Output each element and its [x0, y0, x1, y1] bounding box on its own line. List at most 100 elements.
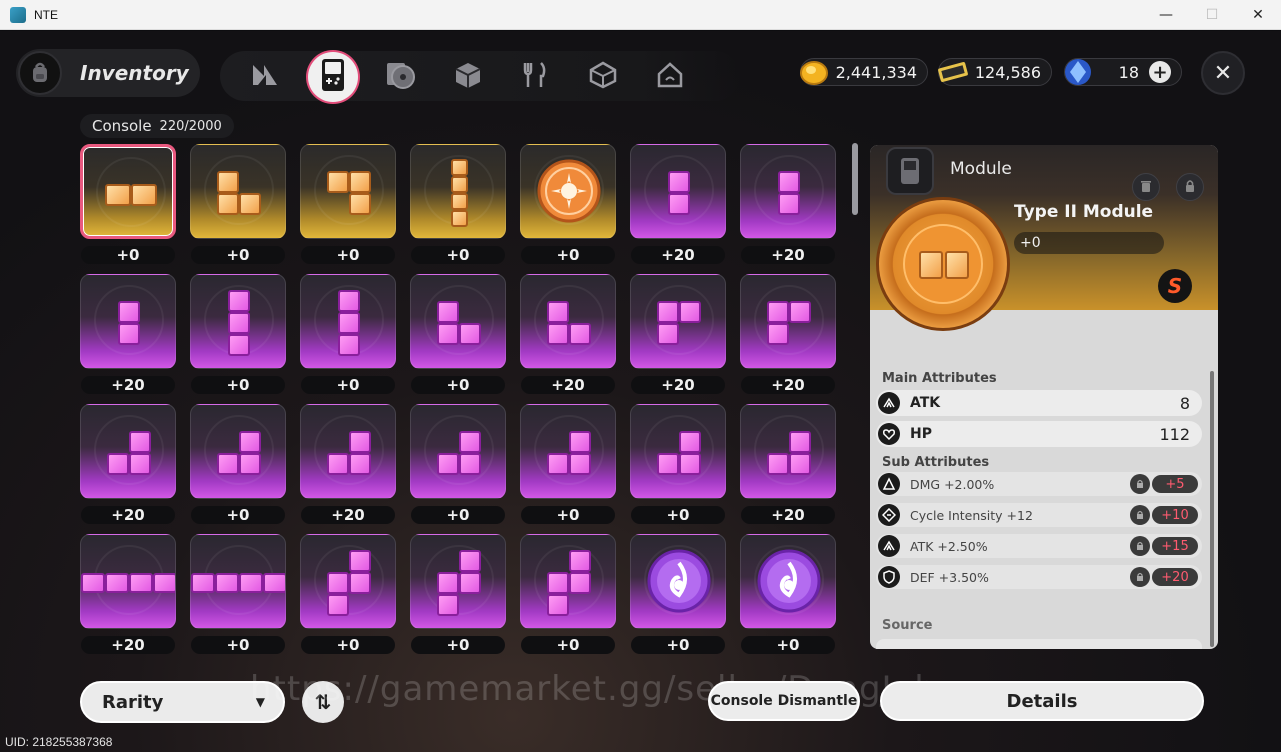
lock-icon[interactable]: [1130, 474, 1150, 494]
item-tile: [410, 534, 506, 629]
sort-dropdown[interactable]: Rarity ▼: [80, 681, 285, 723]
lock-icon[interactable]: [1130, 536, 1150, 556]
item-tile: [410, 144, 506, 239]
item-tile: [410, 404, 506, 499]
item-tile: [190, 144, 286, 239]
backpack-icon: [18, 51, 62, 95]
item-tile: [630, 404, 726, 499]
atk-icon: [878, 535, 900, 557]
details-button[interactable]: Details: [880, 681, 1204, 721]
item-tile: [630, 144, 726, 239]
item-tile: [80, 404, 176, 499]
trash-icon: [1139, 178, 1153, 197]
window-title: NTE: [34, 7, 58, 22]
item-level-label: +0: [411, 636, 505, 654]
source-title: Source: [882, 618, 933, 633]
sub-attr-cycle: Cycle Intensity +12 +10: [876, 503, 1202, 527]
user-id: UID: 218255387368: [5, 735, 113, 749]
attr-value: 8: [1179, 393, 1190, 413]
item-tile: [190, 274, 286, 369]
detail-panel: Module Type II Module +0 S Main Attribut…: [870, 145, 1218, 649]
sort-order-button[interactable]: ⇅: [302, 681, 344, 723]
tab-n-logo[interactable]: [245, 57, 285, 97]
item-tile: [520, 534, 616, 629]
item-level: +0: [1014, 232, 1164, 254]
item-tile: [300, 534, 396, 629]
item-level-label: +20: [521, 376, 615, 394]
sub-attr-text: DEF +3.50%: [910, 569, 989, 585]
grid-scroll-thumb[interactable]: [852, 143, 858, 215]
console-dismantle-button[interactable]: Console Dismantle: [708, 681, 860, 721]
maximize-button[interactable]: ☐: [1189, 0, 1235, 30]
caret-down-icon: ▼: [255, 695, 265, 709]
atk-icon: [878, 392, 900, 414]
n-logo-icon: [250, 62, 280, 92]
ticket-icon: [935, 55, 969, 89]
item-tile: [520, 144, 616, 239]
tab-home[interactable]: [650, 57, 690, 97]
dmg-icon: [878, 473, 900, 495]
box-icon: [453, 60, 483, 94]
detail-scrollbar[interactable]: [1210, 371, 1214, 647]
ticket-amount: 124,586: [974, 62, 1041, 82]
item-name: Type II Module: [1014, 202, 1154, 222]
item-level-label: +0: [191, 506, 285, 524]
tab-cube[interactable]: [583, 57, 623, 97]
sub-attr-def: DEF +3.50% +20: [876, 565, 1202, 589]
item-tile: [630, 534, 726, 629]
inventory-header: Inventory: [16, 49, 200, 97]
item-level-label: +0: [81, 246, 175, 264]
item-level-label: +20: [81, 506, 175, 524]
module-badge-icon: [886, 147, 934, 195]
def-icon: [878, 566, 900, 588]
item-level-label: +20: [81, 376, 175, 394]
grid-scrollbar[interactable]: [852, 138, 858, 658]
main-attributes-title: Main Attributes: [882, 371, 997, 386]
handheld-console-icon: [319, 58, 347, 96]
item-level-label: +0: [521, 506, 615, 524]
close-inventory-button[interactable]: ✕: [1201, 51, 1245, 95]
sub-attr-bonus: +10: [1152, 506, 1198, 524]
add-crystal-button[interactable]: +: [1149, 61, 1171, 83]
item-tile: [80, 144, 176, 239]
tab-console[interactable]: [308, 52, 358, 102]
lock-button[interactable]: [1176, 173, 1204, 201]
page-title: Inventory: [80, 61, 189, 85]
lock-icon: [1183, 178, 1197, 197]
window-titlebar: NTE — ☐ ✕: [0, 0, 1281, 30]
item-level-label: +0: [521, 636, 615, 654]
tab-disc[interactable]: [380, 57, 420, 97]
item-level-label: +20: [81, 636, 175, 654]
tab-box[interactable]: [448, 57, 488, 97]
fork-knife-icon: [520, 60, 550, 94]
tab-food[interactable]: [515, 57, 555, 97]
sub-attr-text: DMG +2.00%: [910, 476, 995, 492]
lock-icon[interactable]: [1130, 567, 1150, 587]
currency-ticket[interactable]: 124,586: [938, 58, 1052, 86]
item-tile: [740, 144, 836, 239]
sub-attr-bonus: +5: [1152, 475, 1198, 493]
window-close-button[interactable]: ✕: [1235, 0, 1281, 30]
cycle-icon: [878, 504, 900, 526]
item-level-label: +0: [191, 246, 285, 264]
lock-icon[interactable]: [1130, 505, 1150, 525]
item-level-label: +0: [301, 376, 395, 394]
item-grid: +0 +0 +0 +0 +0 +20 +20 +20 +0 +0 +0 +20 +20 +20 +20 +0 +…: [80, 144, 840, 654]
item-tile: [300, 274, 396, 369]
sub-attributes-title: Sub Attributes: [882, 455, 990, 470]
cube-icon: [588, 60, 618, 94]
source-list: [876, 639, 1202, 649]
item-level-label: +0: [191, 376, 285, 394]
detail-category: Module: [950, 159, 1012, 179]
sub-attr-text: Cycle Intensity +12: [910, 507, 1033, 523]
home-icon: [655, 60, 685, 94]
item-level-label: +0: [411, 506, 505, 524]
item-tile: [300, 144, 396, 239]
currency-crystal[interactable]: 18 +: [1064, 58, 1182, 86]
sort-label: Rarity: [102, 691, 164, 713]
trash-button[interactable]: [1132, 173, 1160, 201]
currency-gold[interactable]: 2,441,334: [800, 58, 928, 86]
attr-value: 112: [1159, 424, 1190, 444]
minimize-button[interactable]: —: [1143, 0, 1189, 30]
item-level-label: +20: [741, 506, 835, 524]
